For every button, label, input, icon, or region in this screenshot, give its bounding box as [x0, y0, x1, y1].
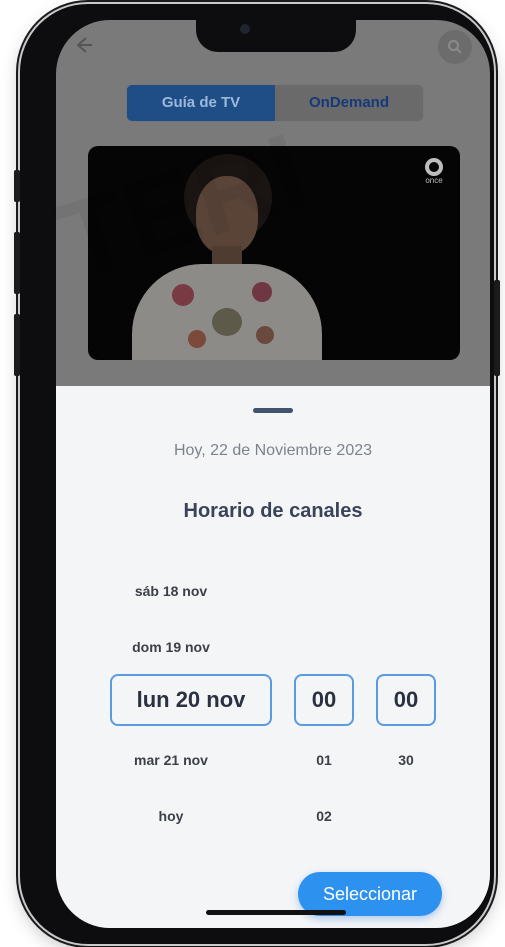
hour-option[interactable]: 01	[294, 752, 354, 768]
day-option[interactable]: hoy	[116, 808, 226, 824]
screen: Guía de TV OnDemand once Hoy, 22 de Novi…	[56, 20, 490, 928]
hour-option[interactable]: 02	[294, 808, 354, 824]
minute-selected[interactable]: 00	[376, 674, 436, 726]
home-indicator	[206, 910, 346, 915]
day-option[interactable]: sáb 18 nov	[116, 583, 226, 599]
tab-guia-tv[interactable]: Guía de TV	[127, 85, 275, 121]
phone-frame: Guía de TV OnDemand once Hoy, 22 de Novi…	[14, 4, 500, 944]
minute-option[interactable]: 30	[376, 752, 436, 768]
current-date-label: Hoy, 22 de Noviembre 2023	[173, 442, 373, 459]
video-player[interactable]: once	[88, 146, 460, 360]
tab-bar: Guía de TV OnDemand	[126, 84, 424, 122]
video-frame-face	[196, 176, 258, 254]
day-option[interactable]: dom 19 nov	[116, 639, 226, 655]
volume-up-button	[14, 232, 20, 294]
search-button[interactable]	[438, 30, 472, 64]
mute-switch	[14, 170, 20, 202]
notch	[196, 20, 356, 52]
video-frame-blouse	[132, 264, 322, 360]
tab-ondemand[interactable]: OnDemand	[275, 85, 423, 121]
search-icon	[448, 40, 462, 54]
back-arrow-icon[interactable]	[72, 34, 98, 60]
day-selected[interactable]: lun 20 nov	[110, 674, 272, 726]
hour-selected[interactable]: 00	[294, 674, 354, 726]
day-option[interactable]: mar 21 nov	[116, 752, 226, 768]
volume-down-button	[14, 314, 20, 376]
schedule-bottom-sheet: Hoy, 22 de Noviembre 2023 Horario de can…	[56, 386, 490, 928]
sheet-drag-handle[interactable]	[253, 408, 293, 413]
sheet-title: Horario de canales	[183, 500, 363, 522]
front-camera	[240, 24, 250, 34]
once-logo-icon: once	[420, 158, 448, 186]
power-button	[494, 280, 500, 376]
